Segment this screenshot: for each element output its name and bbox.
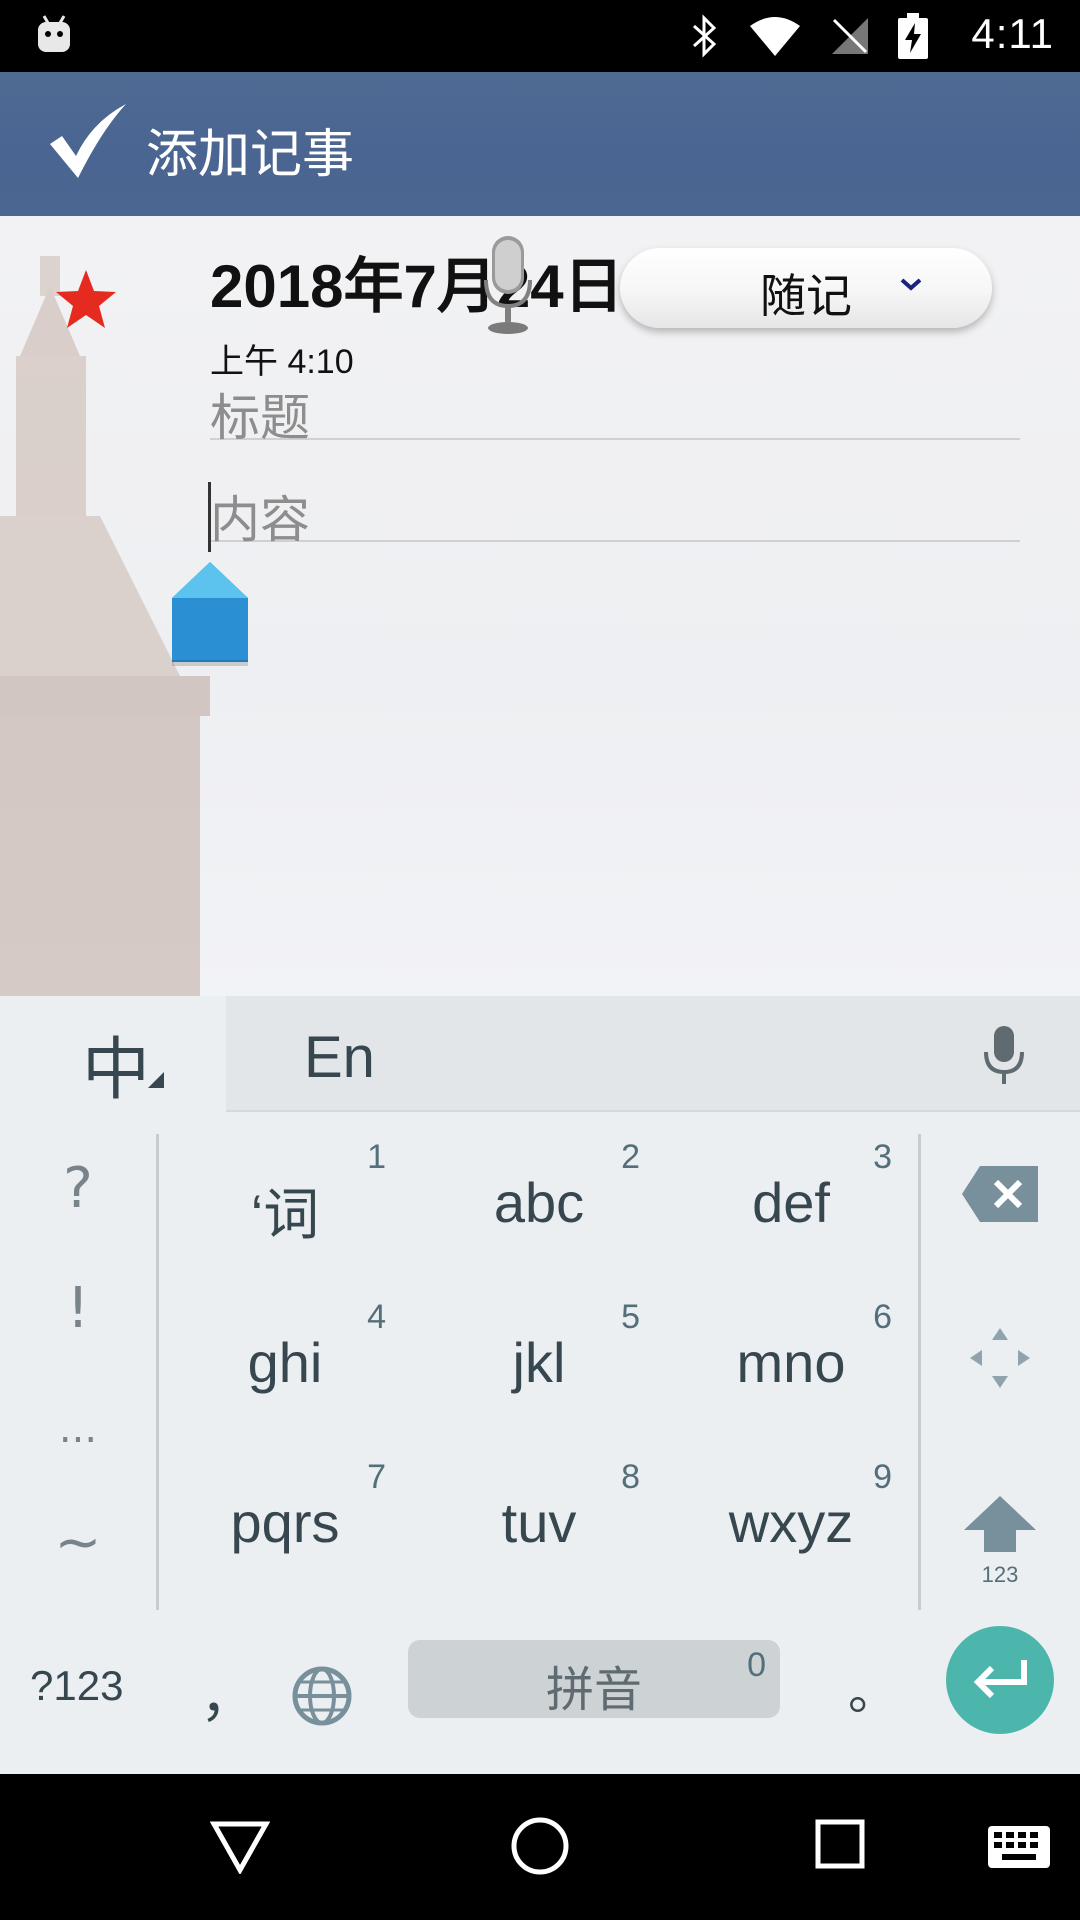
key-number: 9 bbox=[873, 1458, 892, 1496]
enter-icon bbox=[973, 1660, 1027, 1699]
backspace-key[interactable] bbox=[920, 1166, 1080, 1246]
shift-label: 123 bbox=[981, 1562, 1019, 1587]
symbols-key[interactable]: ?123 bbox=[30, 1662, 123, 1710]
note-date[interactable]: 2018年7月24日 bbox=[210, 238, 624, 325]
keyboard-mic-icon[interactable] bbox=[982, 1026, 1026, 1086]
home-icon[interactable] bbox=[510, 1816, 570, 1876]
key-9[interactable]: wxyz 9 bbox=[666, 1446, 916, 1606]
page-title: 添加记事 bbox=[146, 125, 355, 185]
english-mode-bar[interactable]: En bbox=[226, 996, 1080, 1112]
note-editor: 2018年7月24日 随记 上午 4:10 标题 内容 bbox=[0, 216, 1080, 996]
period-key[interactable]: 。 bbox=[848, 1652, 898, 1724]
globe-icon[interactable] bbox=[292, 1666, 352, 1726]
key-7[interactable]: pqrs 7 bbox=[160, 1446, 410, 1606]
key-number: 8 bbox=[621, 1458, 640, 1496]
title-placeholder: 标题 bbox=[210, 389, 310, 447]
key-3[interactable]: def 3 bbox=[666, 1126, 916, 1286]
symbol-tilde-key[interactable]: ~ bbox=[0, 1510, 156, 1575]
key-label: pqrs bbox=[230, 1491, 340, 1554]
cursor-move-key[interactable] bbox=[920, 1326, 1080, 1396]
key-label: jkl bbox=[512, 1331, 566, 1394]
shift-123-key[interactable]: 123 bbox=[920, 1496, 1080, 1596]
symbol-exclamation-key[interactable]: ! bbox=[0, 1276, 156, 1341]
favorite-star-icon[interactable] bbox=[54, 268, 118, 330]
navigation-bar bbox=[0, 1774, 1080, 1920]
symbol-question-key[interactable]: ? bbox=[0, 1156, 156, 1221]
app-bar: 添加记事 bbox=[0, 72, 1080, 216]
comma-key[interactable]: ， bbox=[200, 1652, 256, 1733]
title-input[interactable]: 标题 bbox=[210, 376, 1020, 447]
soft-keyboard: 中 En ? ! ... ~ ‘词 1 abc 2 def 3 ghi 4 jk… bbox=[0, 996, 1080, 1774]
key-label: wxyz bbox=[728, 1491, 854, 1554]
space-label: 拼音 bbox=[545, 1662, 642, 1718]
key-4[interactable]: ghi 4 bbox=[160, 1286, 410, 1446]
move-arrows-icon bbox=[970, 1328, 1030, 1388]
category-dropdown[interactable]: 随记 bbox=[620, 248, 992, 328]
battery-charging-icon bbox=[898, 13, 928, 59]
key-label: def bbox=[752, 1171, 830, 1234]
key-8[interactable]: tuv 8 bbox=[414, 1446, 664, 1606]
status-time: 4:11 bbox=[971, 10, 1054, 57]
key-label: mno bbox=[736, 1331, 846, 1394]
key-2[interactable]: abc 2 bbox=[414, 1126, 664, 1286]
key-number: 2 bbox=[621, 1138, 640, 1176]
language-switch-key[interactable]: 中 bbox=[0, 996, 226, 1112]
keyboard-divider-left bbox=[156, 1134, 159, 1610]
space-number: 0 bbox=[747, 1646, 766, 1684]
corner-triangle-icon bbox=[148, 1072, 164, 1088]
english-mode-label: En bbox=[304, 1025, 375, 1090]
content-input[interactable]: 内容 bbox=[210, 478, 1020, 549]
bluetooth-icon bbox=[692, 14, 717, 58]
language-label: 中 bbox=[82, 1031, 151, 1110]
android-notification-icon bbox=[38, 15, 70, 52]
key-label: ‘词 bbox=[250, 1183, 320, 1246]
space-key[interactable]: 拼音 0 bbox=[408, 1640, 780, 1718]
enter-key[interactable] bbox=[946, 1626, 1054, 1734]
key-number: 6 bbox=[873, 1298, 892, 1336]
no-signal-icon bbox=[832, 18, 868, 54]
key-1[interactable]: ‘词 1 bbox=[160, 1126, 410, 1286]
key-5[interactable]: jkl 5 bbox=[414, 1286, 664, 1446]
keyboard-switch-icon[interactable] bbox=[988, 1826, 1050, 1868]
wifi-icon bbox=[750, 17, 800, 56]
chevron-down-icon bbox=[900, 278, 922, 291]
key-number: 3 bbox=[873, 1138, 892, 1176]
category-label: 随记 bbox=[760, 269, 852, 323]
key-label: abc bbox=[493, 1171, 585, 1234]
key-number: 7 bbox=[367, 1458, 386, 1496]
key-label: tuv bbox=[501, 1491, 577, 1554]
text-cursor bbox=[208, 482, 211, 552]
back-icon[interactable] bbox=[210, 1818, 270, 1874]
backspace-icon bbox=[962, 1166, 1038, 1222]
content-placeholder: 内容 bbox=[210, 491, 310, 549]
checkmark-save-icon[interactable] bbox=[46, 100, 130, 182]
keyboard-top-bar: 中 En bbox=[0, 996, 1080, 1112]
key-6[interactable]: mno 6 bbox=[666, 1286, 916, 1446]
recents-icon[interactable] bbox=[814, 1818, 866, 1870]
status-bar: 4:11 bbox=[0, 0, 1080, 72]
key-number: 4 bbox=[367, 1298, 386, 1336]
key-number: 5 bbox=[621, 1298, 640, 1336]
text-selection-handle[interactable] bbox=[172, 562, 248, 668]
symbol-ellipsis-key[interactable]: ... bbox=[0, 1406, 156, 1452]
voice-input-mic-icon[interactable] bbox=[480, 236, 536, 336]
shift-arrow-icon bbox=[964, 1496, 1036, 1552]
keyboard-bottom-row: ?123 ， 拼音 0 。 bbox=[0, 1616, 1080, 1774]
key-label: ghi bbox=[247, 1331, 323, 1394]
key-number: 1 bbox=[367, 1138, 386, 1176]
